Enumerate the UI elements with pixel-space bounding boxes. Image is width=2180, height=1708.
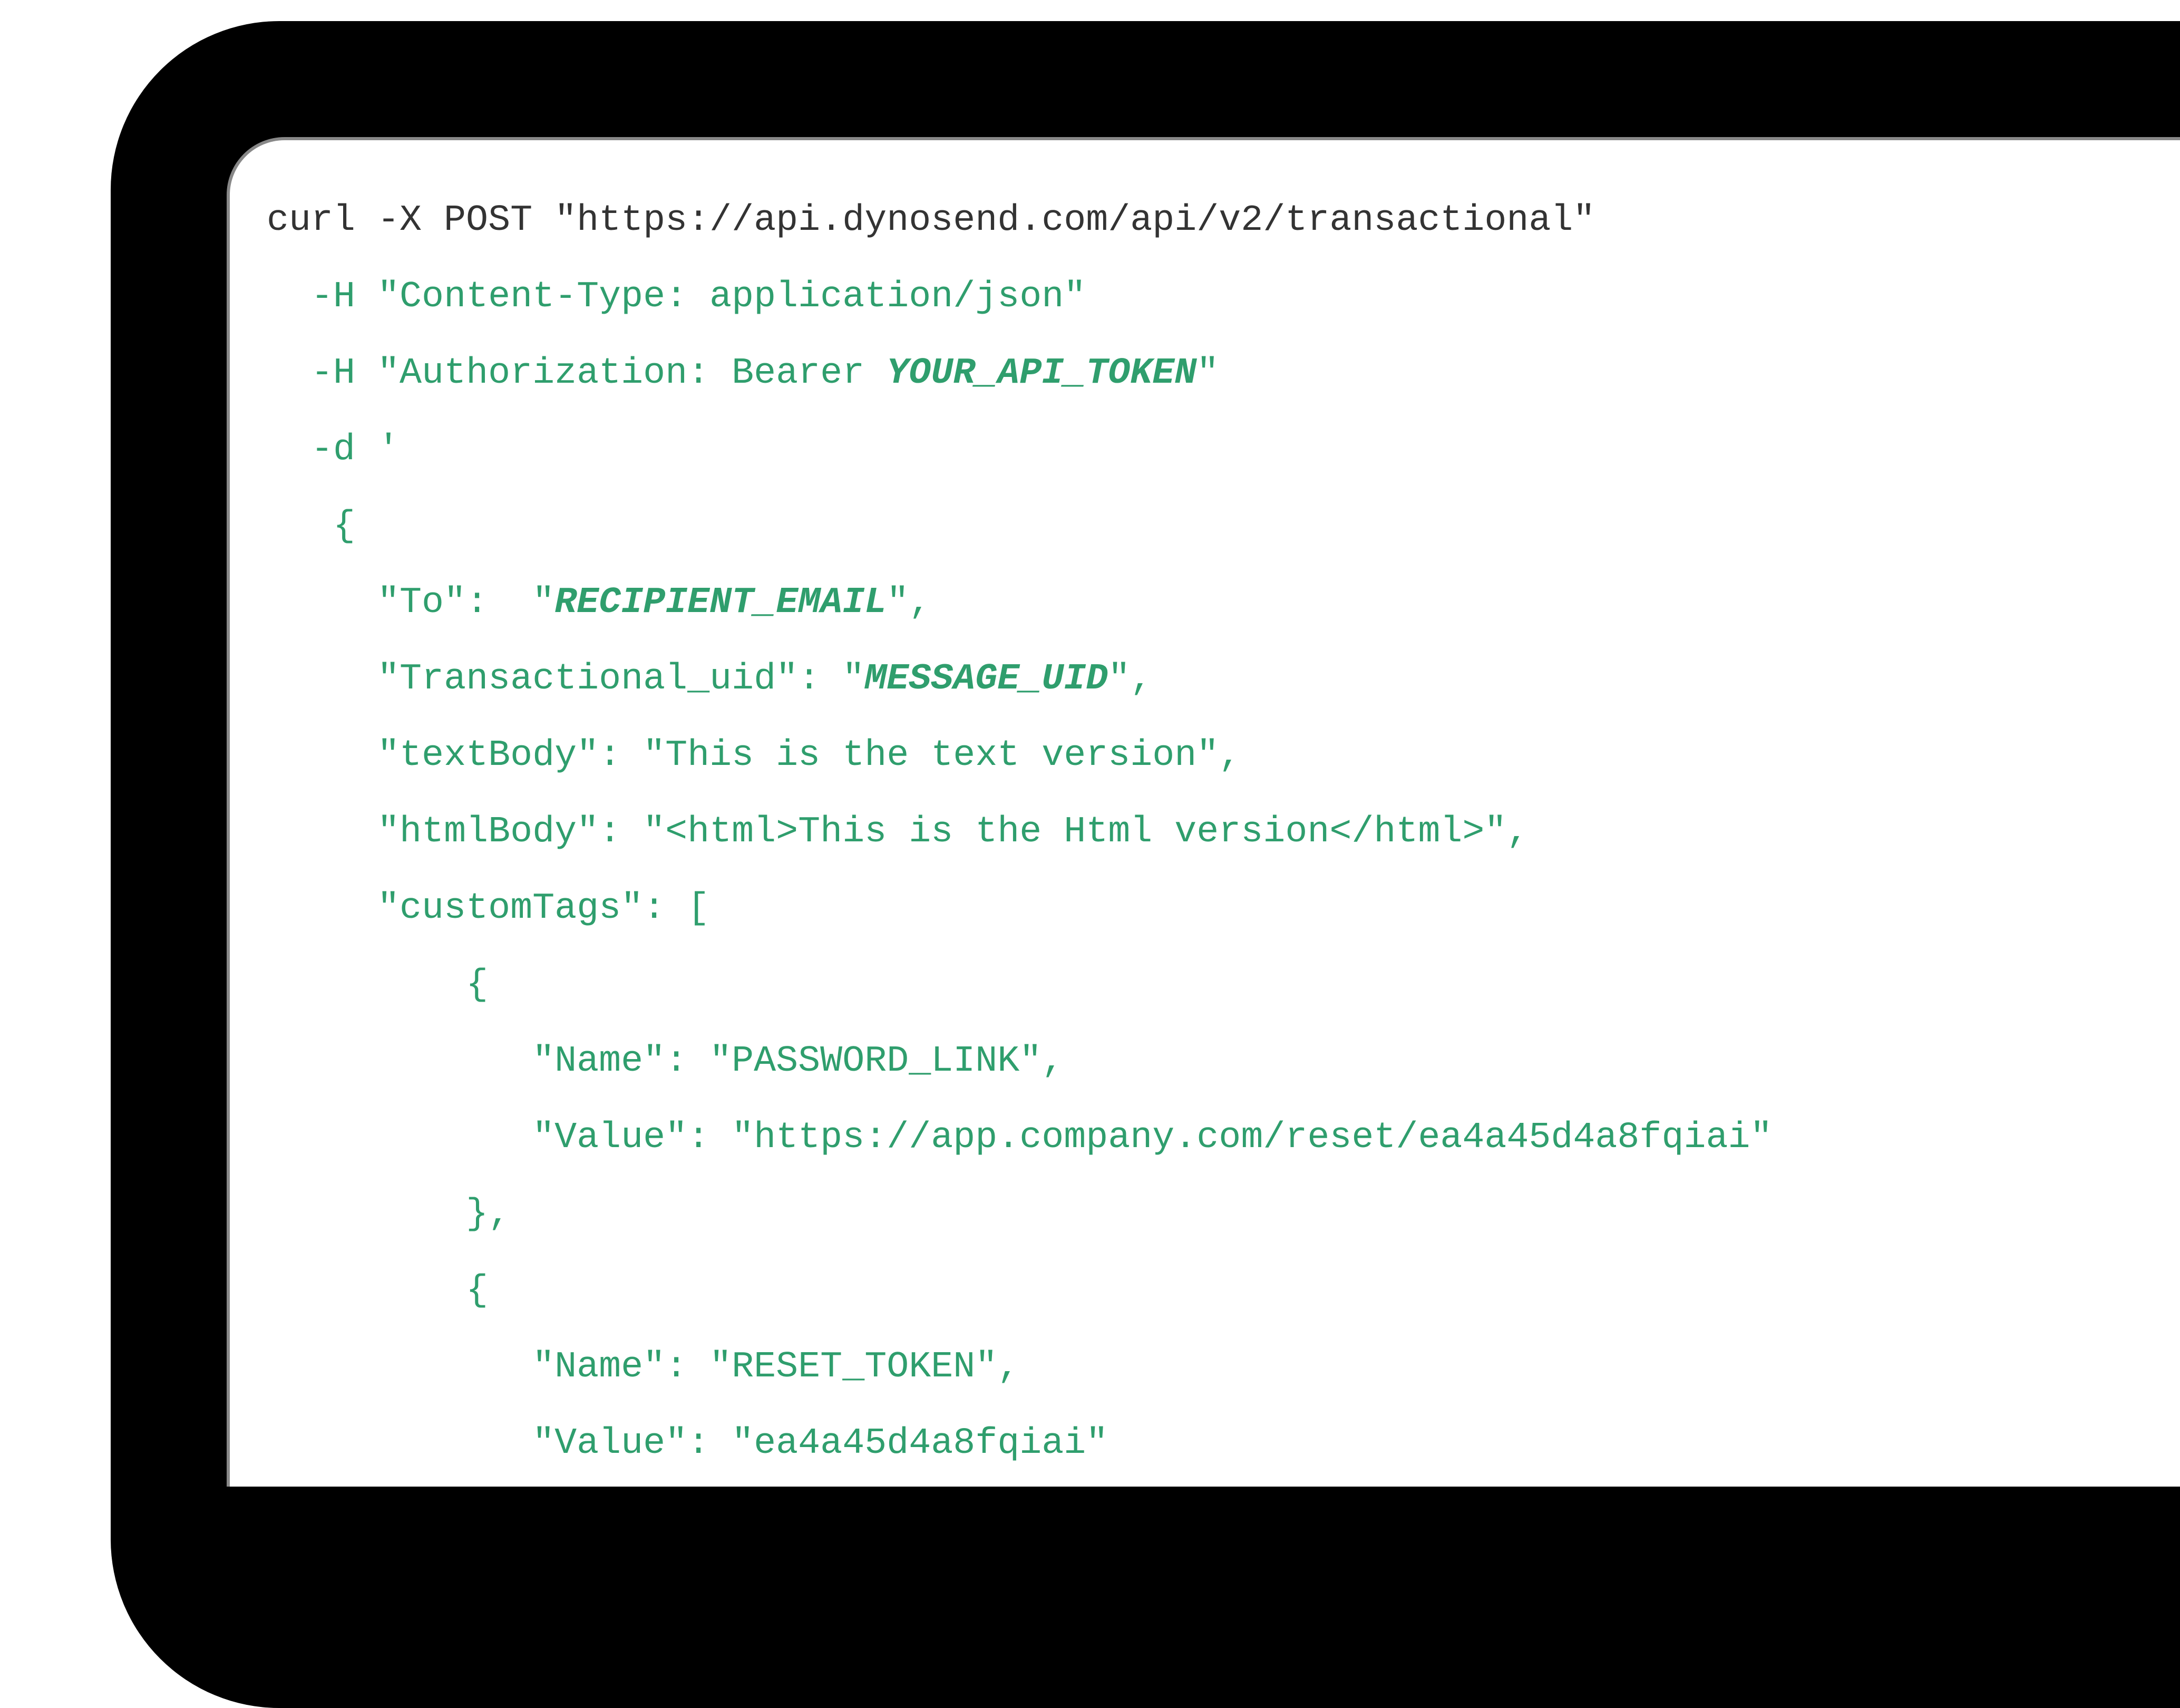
header-auth-open: "Authorization: Bearer: [377, 353, 887, 394]
custom-tags-open: "customTags": [: [377, 888, 709, 929]
flag-h-1: -H: [311, 276, 355, 318]
header-auth-close: ": [1196, 353, 1219, 394]
code-block: curl -X POST "https://api.dynosend.com/a…: [230, 140, 2180, 1482]
tag2-name: "Name": "RESET_TOKEN",: [532, 1346, 1019, 1388]
code-panel: curl -X POST "https://api.dynosend.com/a…: [227, 137, 2180, 1487]
transactional-uid-key: "Transactional_uid":: [377, 658, 842, 700]
flag-d: -d: [311, 429, 355, 471]
tag2-value: "Value": "ea4a45d4a8fqiai": [532, 1423, 1108, 1464]
to-key: "To":: [377, 582, 532, 624]
api-token-placeholder: YOUR_API_TOKEN: [887, 353, 1196, 394]
flag-h-2: -H: [311, 353, 355, 394]
tuid-open: ": [842, 658, 864, 700]
recipient-placeholder: RECIPIENT_EMAIL: [554, 582, 887, 624]
curl-command: curl -X POST: [267, 200, 554, 241]
tag2-open: {: [466, 1270, 488, 1312]
tag1-close: },: [466, 1193, 510, 1235]
body-open-quote: ': [377, 429, 400, 471]
text-body-line: "textBody": "This is the text version",: [377, 735, 1241, 777]
tag1-value: "Value": "https://app.company.com/reset/…: [532, 1117, 1772, 1159]
tuid-close: ",: [1108, 658, 1152, 700]
to-open: ": [532, 582, 554, 624]
html-body-line: "htmlBody": "<html>This is the Html vers…: [377, 811, 1529, 853]
header-content-type: "Content-Type: application/json": [377, 276, 1086, 318]
json-open-brace: {: [333, 506, 355, 547]
tag1-name: "Name": "PASSWORD_LINK",: [532, 1041, 1064, 1082]
api-url: "https://api.dynosend.com/api/v2/transac…: [554, 200, 1595, 241]
tag1-open: {: [466, 964, 488, 1006]
message-uid-placeholder: MESSAGE_UID: [864, 658, 1108, 700]
to-close: ",: [887, 582, 931, 624]
